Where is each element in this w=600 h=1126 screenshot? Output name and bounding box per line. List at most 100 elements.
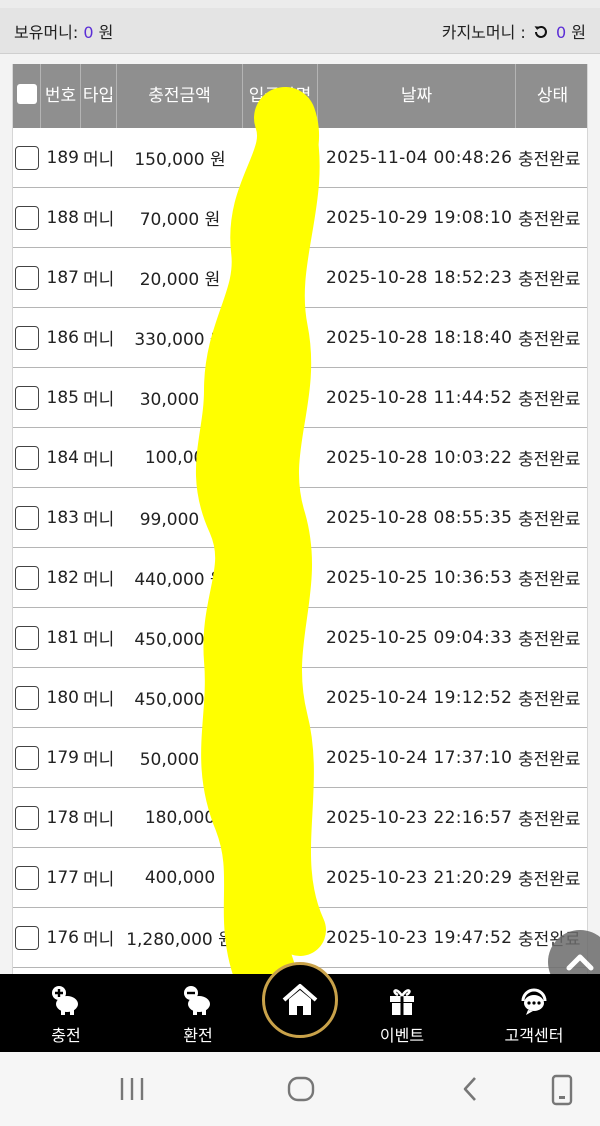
row-amount: 1,280,000 원 bbox=[126, 930, 234, 950]
casino-money: 카지노머니 : 0 원 bbox=[442, 19, 586, 43]
row-checkbox[interactable] bbox=[13, 685, 41, 710]
refresh-icon[interactable] bbox=[533, 23, 549, 42]
row-checkbox[interactable] bbox=[13, 445, 41, 470]
row-status: 충전완료 bbox=[518, 270, 581, 290]
table-row[interactable]: 189 머니 150,000 원 2025-11-04 00:48:26 충전완료 bbox=[13, 128, 587, 188]
table-row[interactable]: 179 머니 50,000 원 2025-10-24 17:37:10 충전완료 bbox=[13, 728, 587, 788]
back-icon[interactable] bbox=[456, 1074, 484, 1104]
table-row[interactable]: 188 머니 70,000 원 2025-10-29 19:08:10 충전완료 bbox=[13, 188, 587, 248]
header-status: 상태 bbox=[536, 86, 569, 106]
charge-history-table[interactable]: 번호 타입 충전금액 입금자명 날짜 상태 189 머니 150,000 원 2025… bbox=[12, 64, 588, 976]
casino-money-label: 카지노머니 : bbox=[441, 22, 526, 42]
nav-charge[interactable]: 충전 bbox=[16, 974, 116, 1052]
home-system-icon[interactable] bbox=[286, 1074, 316, 1104]
casino-money-value: 0 bbox=[555, 22, 567, 42]
nav-support-label: 고객센터 bbox=[504, 1026, 564, 1045]
row-checkbox[interactable] bbox=[13, 865, 41, 890]
checkbox[interactable] bbox=[15, 505, 39, 530]
nav-support[interactable]: 고객센터 bbox=[484, 974, 584, 1052]
table-row[interactable]: 180 머니 450,000 원 2025-10-24 19:12:52 충전완료 bbox=[13, 668, 587, 728]
row-type: 머니 bbox=[83, 210, 115, 230]
table-row[interactable]: 182 머니 440,000 원 2025-10-25 10:36:53 충전완료 bbox=[13, 548, 587, 608]
select-all-checkbox[interactable] bbox=[13, 64, 41, 128]
checkbox[interactable] bbox=[15, 445, 39, 470]
table-row[interactable]: 187 머니 20,000 원 2025-10-28 18:52:23 충전완료 bbox=[13, 248, 587, 308]
row-type: 머니 bbox=[83, 930, 115, 950]
table-row[interactable]: 177 머니 400,000 2025-10-23 21:20:29 충전완료 bbox=[13, 848, 587, 908]
row-type: 머니 bbox=[83, 270, 115, 290]
row-number: 177 bbox=[46, 867, 79, 888]
row-checkbox[interactable] bbox=[13, 745, 41, 770]
checkbox[interactable] bbox=[15, 925, 39, 950]
checkbox[interactable] bbox=[15, 145, 39, 170]
row-checkbox[interactable] bbox=[13, 265, 41, 290]
row-status: 충전완료 bbox=[518, 150, 581, 170]
row-type: 머니 bbox=[83, 510, 115, 530]
row-amount: 50,000 원 bbox=[139, 750, 221, 770]
checkbox[interactable] bbox=[15, 205, 39, 230]
table-row[interactable]: 178 머니 180,000 2025-10-23 22:16:57 충전완료 bbox=[13, 788, 587, 848]
table-row[interactable]: 176 머니 1,280,000 원 2025-10-23 19:47:52 충전완료 bbox=[13, 908, 587, 968]
checkbox[interactable] bbox=[15, 865, 39, 890]
nav-exchange-label: 환전 bbox=[183, 1026, 213, 1045]
row-amount: 100,000 bbox=[144, 447, 216, 468]
checkbox[interactable] bbox=[15, 745, 39, 770]
row-number: 189 bbox=[46, 147, 79, 168]
row-type: 머니 bbox=[83, 570, 115, 590]
row-amount: 20,000 원 bbox=[139, 270, 221, 290]
row-checkbox[interactable] bbox=[13, 505, 41, 530]
row-checkbox[interactable] bbox=[13, 385, 41, 410]
header-number: 번호 bbox=[41, 64, 81, 128]
row-type: 머니 bbox=[83, 150, 115, 170]
checkbox[interactable] bbox=[15, 385, 39, 410]
nav-event[interactable]: 이벤트 bbox=[352, 974, 452, 1052]
row-type: 머니 bbox=[83, 870, 115, 890]
row-number: 183 bbox=[46, 507, 79, 528]
table-row[interactable]: 184 머니 100,000 2025-10-28 10:03:22 충전완료 bbox=[13, 428, 587, 488]
header-type: 타입 bbox=[81, 64, 117, 128]
row-type: 머니 bbox=[83, 810, 115, 830]
nav-home-button[interactable] bbox=[262, 962, 338, 1038]
row-checkbox[interactable] bbox=[13, 805, 41, 830]
row-number: 178 bbox=[46, 807, 79, 828]
checkbox[interactable] bbox=[15, 565, 39, 590]
checkbox[interactable] bbox=[15, 265, 39, 290]
row-checkbox[interactable] bbox=[13, 205, 41, 230]
row-type: 머니 bbox=[83, 750, 115, 770]
checkbox[interactable] bbox=[15, 325, 39, 350]
table-row[interactable]: 186 머니 330,000 원 2025-10-28 18:18:40 충전완료 bbox=[13, 308, 587, 368]
row-date: 2025-10-28 18:18:40 bbox=[326, 327, 513, 348]
row-status: 충전완료 bbox=[518, 870, 581, 890]
row-status: 충전완료 bbox=[518, 570, 581, 590]
row-checkbox[interactable] bbox=[13, 145, 41, 170]
row-status: 충전완료 bbox=[518, 330, 581, 350]
row-checkbox[interactable] bbox=[13, 925, 41, 950]
row-date: 2025-10-24 17:37:10 bbox=[326, 747, 513, 768]
row-number: 180 bbox=[46, 687, 79, 708]
checkbox[interactable] bbox=[15, 625, 39, 650]
nav-charge-label: 충전 bbox=[51, 1026, 81, 1045]
row-checkbox[interactable] bbox=[13, 325, 41, 350]
casino-money-unit: 원 bbox=[571, 22, 586, 42]
header-amount: 충전금액 bbox=[117, 64, 243, 128]
holding-money: 보유머니: 0 원 bbox=[14, 19, 113, 43]
checkbox[interactable] bbox=[15, 685, 39, 710]
row-status: 충전완료 bbox=[518, 450, 581, 470]
row-date: 2025-10-29 19:08:10 bbox=[326, 207, 513, 228]
recent-apps-icon[interactable] bbox=[118, 1074, 146, 1104]
row-number: 181 bbox=[46, 627, 79, 648]
row-status: 충전완료 bbox=[518, 210, 581, 230]
table-row[interactable]: 185 머니 30,000 원 2025-10-28 11:44:52 충전완료 bbox=[13, 368, 587, 428]
table-row[interactable]: 181 머니 450,000 원 2025-10-25 09:04:33 충전완료 bbox=[13, 608, 587, 668]
table-row[interactable]: 183 머니 99,000 원 2025-10-28 08:55:35 충전완료 bbox=[13, 488, 587, 548]
checkbox[interactable] bbox=[15, 805, 39, 830]
row-status: 충전완료 bbox=[518, 510, 581, 530]
row-number: 176 bbox=[46, 927, 79, 948]
row-amount: 99,000 원 bbox=[139, 510, 221, 530]
nav-exchange[interactable]: 환전 bbox=[148, 974, 248, 1052]
row-checkbox[interactable] bbox=[13, 565, 41, 590]
keyboard-toggle-icon[interactable] bbox=[548, 1074, 576, 1106]
row-status: 충전완료 bbox=[518, 630, 581, 650]
row-checkbox[interactable] bbox=[13, 625, 41, 650]
row-amount: 330,000 원 bbox=[134, 330, 226, 350]
